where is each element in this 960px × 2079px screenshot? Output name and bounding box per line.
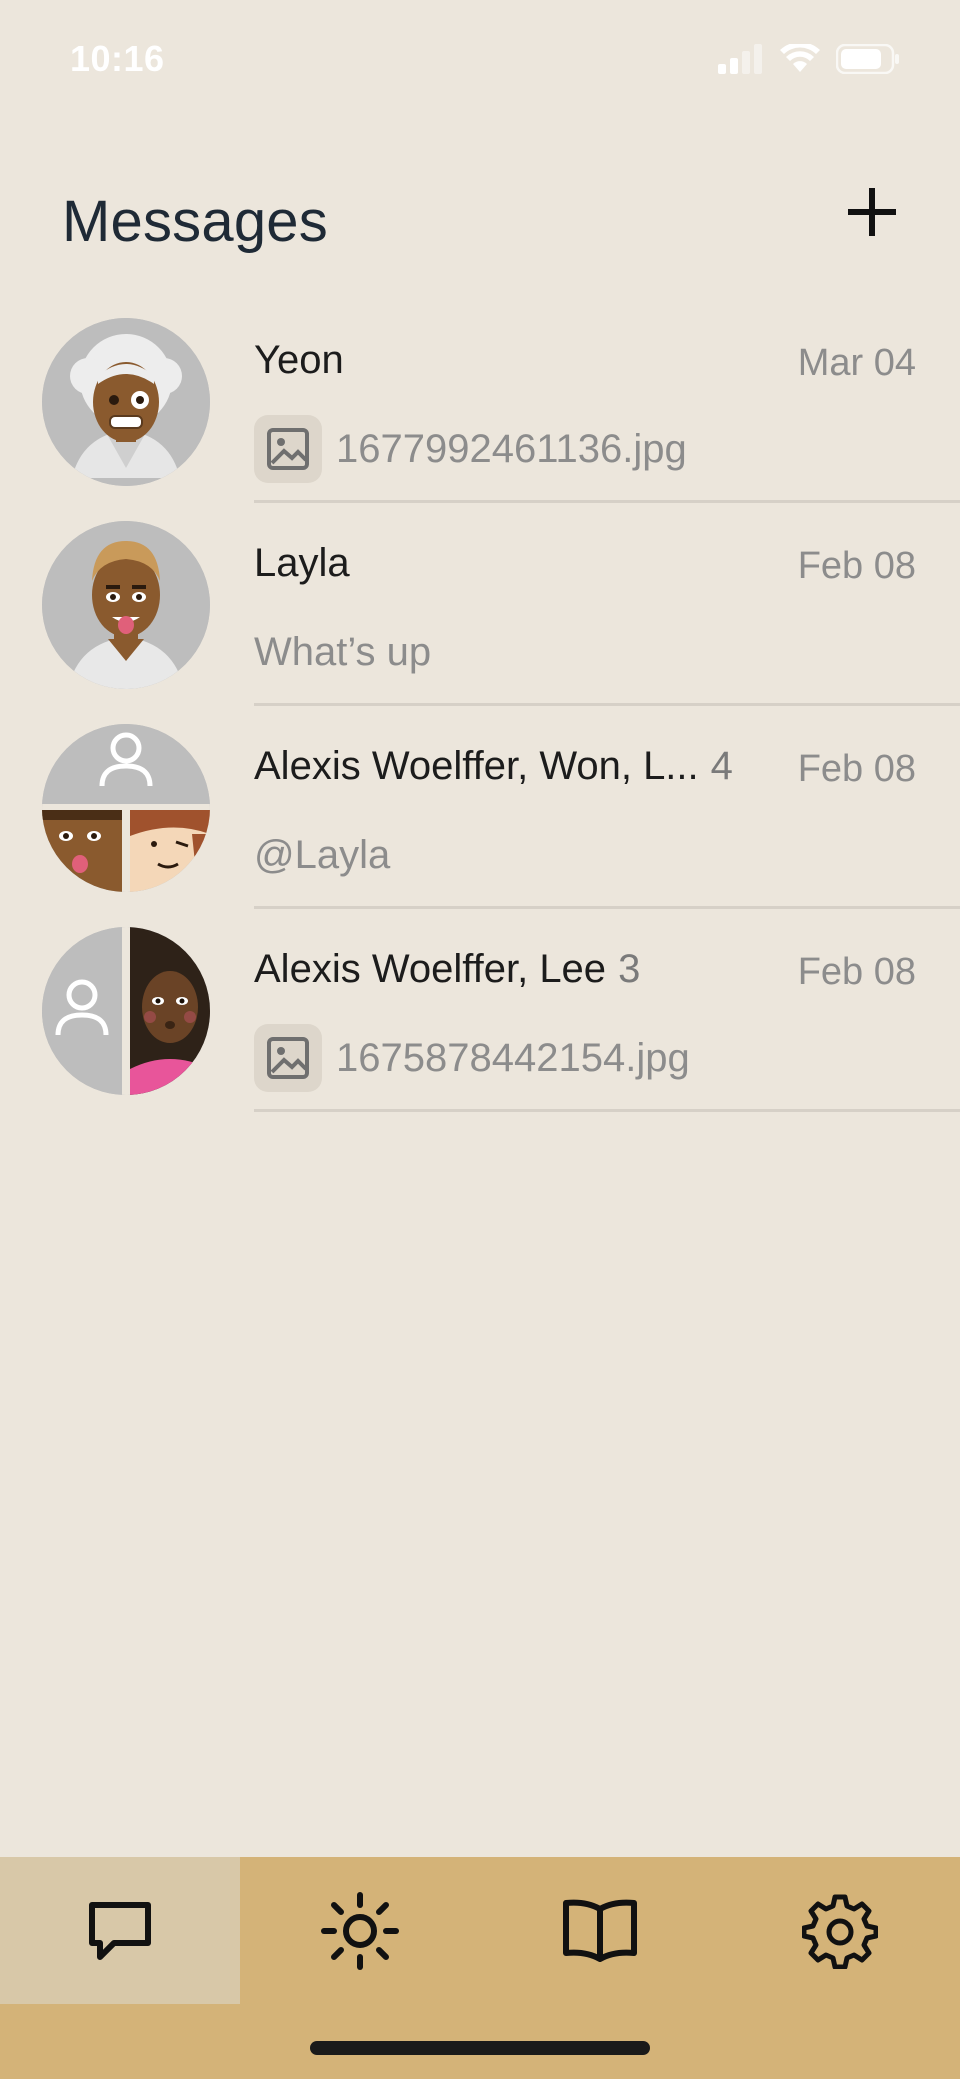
- conversation-name: Yeon: [254, 338, 344, 382]
- status-bar: 10:16: [0, 0, 960, 120]
- preview-text: 1675878442154.jpg: [336, 1035, 690, 1080]
- participant-count: 3: [618, 947, 641, 991]
- preview-text: What’s up: [254, 629, 432, 674]
- tab-settings[interactable]: [720, 1857, 960, 2004]
- conversation-date: Mar 04: [797, 342, 916, 384]
- image-icon: [254, 1024, 322, 1092]
- conversation-row[interactable]: Alexis Woelffer, Won, L... 4 Feb 08 @Layl…: [0, 706, 960, 909]
- preview-text: @Layla: [254, 832, 391, 877]
- avatar: [42, 318, 210, 486]
- conversation-preview: What’s up: [254, 617, 431, 687]
- chat-bubble-icon: [89, 1901, 151, 1960]
- conversation-row[interactable]: Alexis Woelffer, Lee 3 Feb 08 16758784421…: [0, 909, 960, 1112]
- image-icon: [254, 415, 322, 483]
- conversation-date: Feb 08: [797, 951, 916, 993]
- sun-icon: [321, 1891, 399, 1970]
- conversation-name: Layla: [254, 541, 350, 585]
- battery-icon: [835, 43, 900, 79]
- gear-icon: [802, 1894, 878, 1969]
- book-icon: [563, 1899, 637, 1962]
- conversation-preview: 1677992461136.jpg: [254, 414, 687, 484]
- page-title: Messages: [62, 189, 328, 254]
- messages-screen: 10:16 Messages Yeon Mar 04 1677992461136…: [0, 0, 960, 2079]
- conversation-list: Yeon Mar 04 1677992461136.jpg Layla Feb …: [0, 300, 960, 1112]
- signal-icon: [718, 44, 764, 79]
- conversation-row[interactable]: Layla Feb 08 What’s up: [0, 503, 960, 706]
- tab-bar: [0, 1857, 960, 2079]
- header: Messages: [0, 180, 960, 260]
- conversation-preview: 1675878442154.jpg: [254, 1023, 690, 1093]
- wifi-icon: [780, 42, 820, 79]
- new-message-button[interactable]: [840, 180, 904, 244]
- divider: [254, 1109, 960, 1112]
- conversation-row[interactable]: Yeon Mar 04 1677992461136.jpg: [0, 300, 960, 503]
- preview-text: 1677992461136.jpg: [336, 426, 687, 471]
- conversation-preview: @Layla: [254, 820, 390, 890]
- tab-library[interactable]: [480, 1857, 720, 2004]
- conversation-date: Feb 08: [797, 545, 916, 587]
- plus-icon: [848, 188, 896, 236]
- participant-count: 4: [710, 744, 733, 788]
- status-time: 10:16: [70, 38, 165, 79]
- conversation-date: Feb 08: [797, 748, 916, 790]
- status-icons: [718, 42, 900, 79]
- group-avatar: [42, 927, 210, 1095]
- conversation-name: Alexis Woelffer, Won, L... 4: [254, 744, 733, 788]
- avatar: [42, 521, 210, 689]
- home-indicator: [310, 2041, 650, 2055]
- tab-daily[interactable]: [240, 1857, 480, 2004]
- tab-messages[interactable]: [0, 1857, 240, 2004]
- conversation-name: Alexis Woelffer, Lee 3: [254, 947, 641, 991]
- group-avatar: [42, 724, 210, 892]
